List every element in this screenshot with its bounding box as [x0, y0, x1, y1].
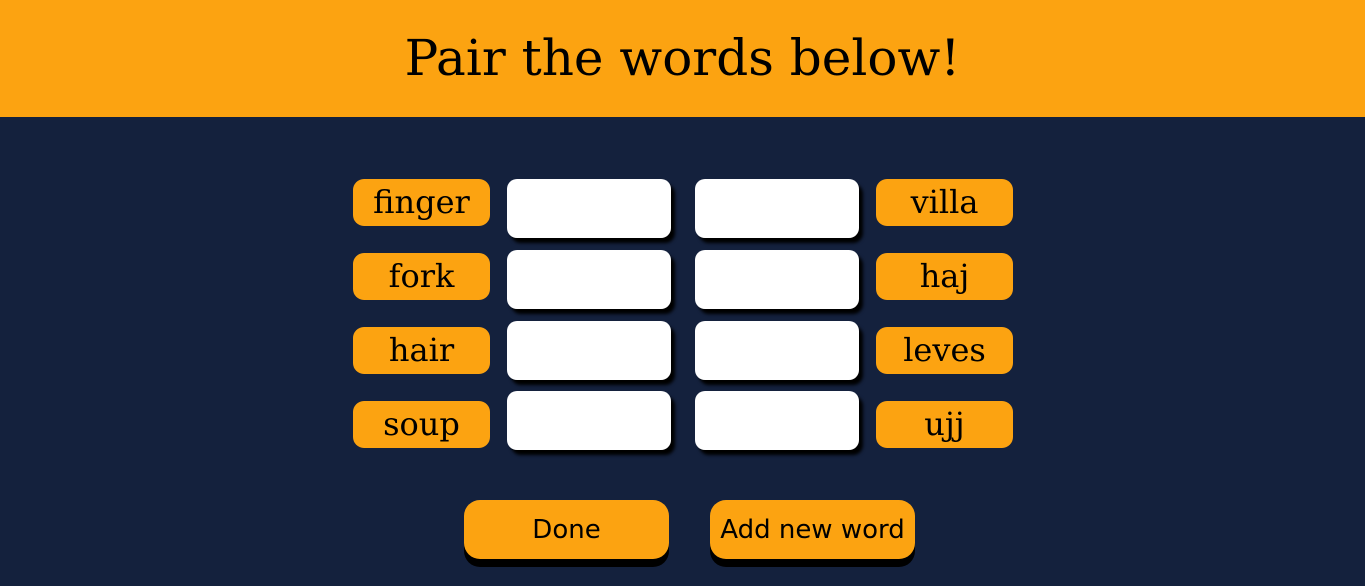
page-title: Pair the words below!: [404, 28, 961, 87]
left-drop-slot[interactable]: [507, 250, 671, 309]
right-word-card[interactable]: villa: [876, 179, 1013, 226]
left-word-card[interactable]: hair: [353, 327, 490, 374]
right-drop-slot[interactable]: [695, 391, 859, 450]
left-drop-slot[interactable]: [507, 179, 671, 238]
left-word-card[interactable]: soup: [353, 401, 490, 448]
add-new-word-button[interactable]: Add new word: [710, 500, 915, 559]
left-drop-slot[interactable]: [507, 321, 671, 380]
right-drop-slot[interactable]: [695, 250, 859, 309]
right-drop-slot[interactable]: [695, 179, 859, 238]
left-word-card[interactable]: finger: [353, 179, 490, 226]
header-bar: Pair the words below!: [0, 0, 1365, 117]
left-drop-slot[interactable]: [507, 391, 671, 450]
done-button[interactable]: Done: [464, 500, 669, 559]
left-word-card[interactable]: fork: [353, 253, 490, 300]
right-word-card[interactable]: ujj: [876, 401, 1013, 448]
right-word-card[interactable]: leves: [876, 327, 1013, 374]
right-drop-slot[interactable]: [695, 321, 859, 380]
right-word-card[interactable]: haj: [876, 253, 1013, 300]
